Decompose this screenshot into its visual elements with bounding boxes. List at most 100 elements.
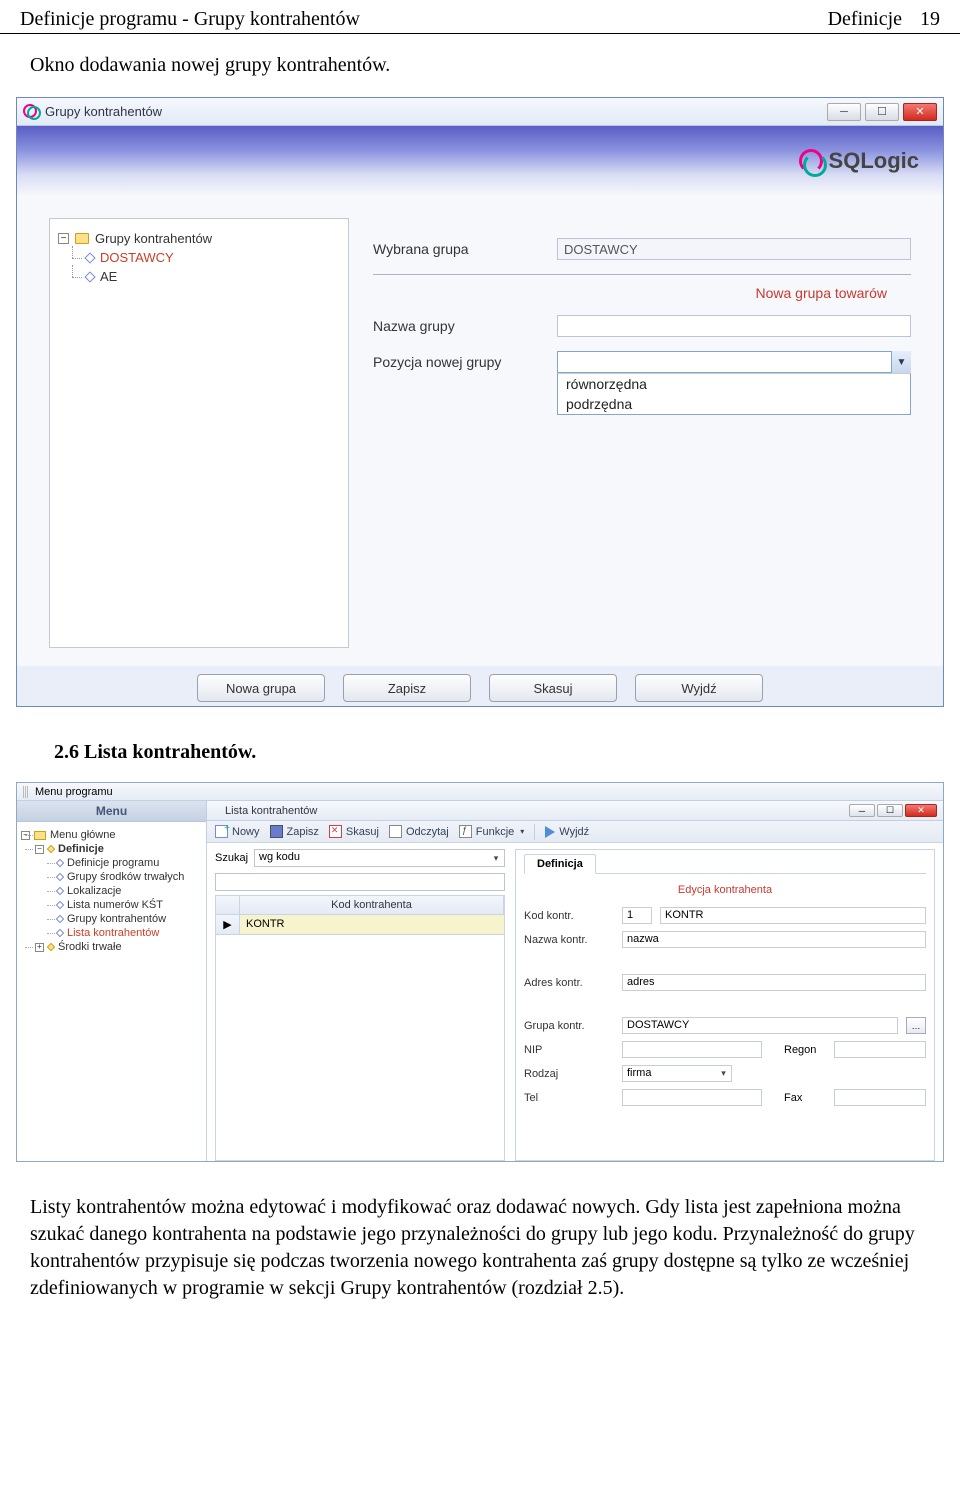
toolbar-save[interactable]: Zapisz <box>270 825 319 838</box>
position-label: Pozycja nowej grupy <box>373 354 543 370</box>
delete-button[interactable]: Skasuj <box>489 674 617 702</box>
body-paragraph: Listy kontrahentów można edytować i mody… <box>0 1184 960 1312</box>
grid-row[interactable]: ▶ KONTR <box>216 915 504 935</box>
divider <box>373 274 911 275</box>
rodzaj-select[interactable]: firma ▾ <box>622 1065 732 1082</box>
nazwa-kontr-field[interactable]: nazwa <box>622 931 926 948</box>
kod-kontr-label: Kod kontr. <box>524 910 614 922</box>
tree-item[interactable]: Lista numerów KŚT <box>21 898 202 912</box>
grupa-kontr-field[interactable]: DOSTAWCY <box>622 1017 898 1034</box>
maximize-button[interactable]: ☐ <box>865 103 899 121</box>
form-panel: Wybrana grupa DOSTAWCY Nowa grupa towaró… <box>373 218 911 648</box>
header-left-title: Definicje programu - Grupy kontrahentów <box>20 8 360 31</box>
grid-header-kod[interactable]: Kod kontrahenta <box>240 896 504 914</box>
toolbar-func[interactable]: Funkcje▾ <box>459 825 525 838</box>
tel-field[interactable] <box>622 1089 762 1106</box>
minimize-button[interactable]: ─ <box>827 103 861 121</box>
search-mode-select[interactable]: wg kodu ▾ <box>254 849 505 867</box>
close-button[interactable]: ✕ <box>903 103 937 121</box>
tree-root[interactable]: − Grupy kontrahentów <box>58 229 340 248</box>
grid-header-selector <box>216 896 240 914</box>
tree-item-lista-kontrahentow[interactable]: Lista kontrahentów <box>21 926 202 940</box>
selected-group-label: Wybrana grupa <box>373 241 543 257</box>
chevron-down-icon[interactable]: ▼ <box>891 351 911 373</box>
left-menu-header: Menu <box>17 801 206 822</box>
save-icon <box>270 825 283 838</box>
position-combo-list[interactable]: równorzędna podrzędna <box>557 373 911 415</box>
tree-item-srodki-trwale[interactable]: + Środki trwałe <box>21 940 202 954</box>
grid-row-marker: ▶ <box>216 915 240 934</box>
collapse-icon[interactable]: − <box>35 845 44 854</box>
tree-item-definicje[interactable]: − Definicje <box>21 842 202 856</box>
group-name-input[interactable] <box>557 315 911 337</box>
tree-label: Definicje <box>58 843 104 855</box>
tab-definicja[interactable]: Definicja <box>524 854 596 874</box>
collapse-icon[interactable]: − <box>21 831 30 840</box>
tree-item-ae[interactable]: AE <box>58 267 340 286</box>
chevron-down-icon[interactable]: ▾ <box>716 1066 731 1081</box>
diamond-icon <box>56 873 64 881</box>
nip-field[interactable] <box>622 1041 762 1058</box>
tree-item[interactable]: Grupy środków trwałych <box>21 870 202 884</box>
chevron-down-icon[interactable]: ▾ <box>488 850 504 866</box>
toolbar-label: Zapisz <box>287 826 319 838</box>
new-group-button[interactable]: Nowa grupa <box>197 674 325 702</box>
detail-section-title: Edycja kontrahenta <box>524 876 926 900</box>
kontrahent-grid[interactable]: Kod kontrahenta ▶ KONTR <box>215 895 505 1161</box>
toolbar-label: Odczytaj <box>406 826 449 838</box>
app-icon <box>215 806 223 814</box>
rodzaj-label: Rodzaj <box>524 1068 614 1080</box>
menu-programu-label: Menu programu <box>35 786 113 798</box>
selected-group-field: DOSTAWCY <box>557 238 911 260</box>
save-button[interactable]: Zapisz <box>343 674 471 702</box>
tree-label: Lista numerów KŚT <box>67 899 163 911</box>
diamond-icon <box>56 915 64 923</box>
combo-option-podrzedna[interactable]: podrzędna <box>558 394 910 414</box>
toolbar-label: Wyjdź <box>559 826 589 838</box>
toolbar-new[interactable]: Nowy <box>215 825 260 838</box>
tree-label: Grupy środków trwałych <box>67 871 184 883</box>
sqlogic-logo-icon <box>799 149 823 173</box>
tree-item-dostawcy[interactable]: DOSTAWCY <box>58 248 340 267</box>
maximize-button[interactable]: ☐ <box>877 804 903 817</box>
position-combo[interactable] <box>557 351 911 373</box>
left-menu-pane: Menu − Menu główne − Definicje Definicje… <box>17 801 207 1161</box>
diamond-icon <box>47 845 55 853</box>
tree-item[interactable]: Lokalizacje <box>21 884 202 898</box>
nip-label: NIP <box>524 1044 614 1056</box>
delete-icon <box>329 825 342 838</box>
window-title: Grupy kontrahentów <box>45 104 827 119</box>
chevron-down-icon: ▾ <box>520 827 524 836</box>
left-tree[interactable]: − Menu główne − Definicje Definicje prog… <box>17 822 206 1161</box>
tree-panel[interactable]: − Grupy kontrahentów DOSTAWCY AE <box>49 218 349 648</box>
right-pane: Lista kontrahentów ─ ☐ ✕ Nowy Zapisz Ska… <box>207 801 943 1161</box>
tree-root-menu-glowne[interactable]: − Menu główne <box>21 828 202 842</box>
close-button[interactable]: ✕ <box>905 804 937 817</box>
adres-kontr-field[interactable]: adres <box>622 974 926 991</box>
fax-field[interactable] <box>834 1089 926 1106</box>
header-definicje-label: Definicje <box>828 8 902 31</box>
tree-item[interactable]: Grupy kontrahentów <box>21 912 202 926</box>
combo-option-rownorzedna[interactable]: równorzędna <box>558 374 910 394</box>
collapse-icon[interactable]: − <box>58 233 69 244</box>
sqlogic-logo-text: SQLogic <box>829 148 919 174</box>
expand-icon[interactable]: + <box>35 943 44 952</box>
search-input[interactable] <box>215 873 505 891</box>
regon-field[interactable] <box>834 1041 926 1058</box>
kod-kontr-id-field[interactable]: 1 <box>622 907 652 924</box>
minimize-button[interactable]: ─ <box>849 804 875 817</box>
menu-programu-bar: Menu programu <box>17 783 943 801</box>
tree-label: Grupy kontrahentów <box>67 913 166 925</box>
tree-label: Lokalizacje <box>67 885 121 897</box>
toolbar-delete[interactable]: Skasuj <box>329 825 379 838</box>
grip-icon <box>23 786 29 798</box>
grupa-browse-button[interactable]: … <box>906 1017 926 1034</box>
kod-kontr-field[interactable]: KONTR <box>660 907 926 924</box>
toolbar-exit[interactable]: Wyjdź <box>545 826 589 838</box>
exit-button[interactable]: Wyjdź <box>635 674 763 702</box>
toolbar-refresh[interactable]: Odczytaj <box>389 825 449 838</box>
tree-root-label: Grupy kontrahentów <box>95 231 212 246</box>
grupa-kontr-label: Grupa kontr. <box>524 1020 614 1032</box>
new-icon <box>215 825 228 838</box>
tree-item[interactable]: Definicje programu <box>21 856 202 870</box>
